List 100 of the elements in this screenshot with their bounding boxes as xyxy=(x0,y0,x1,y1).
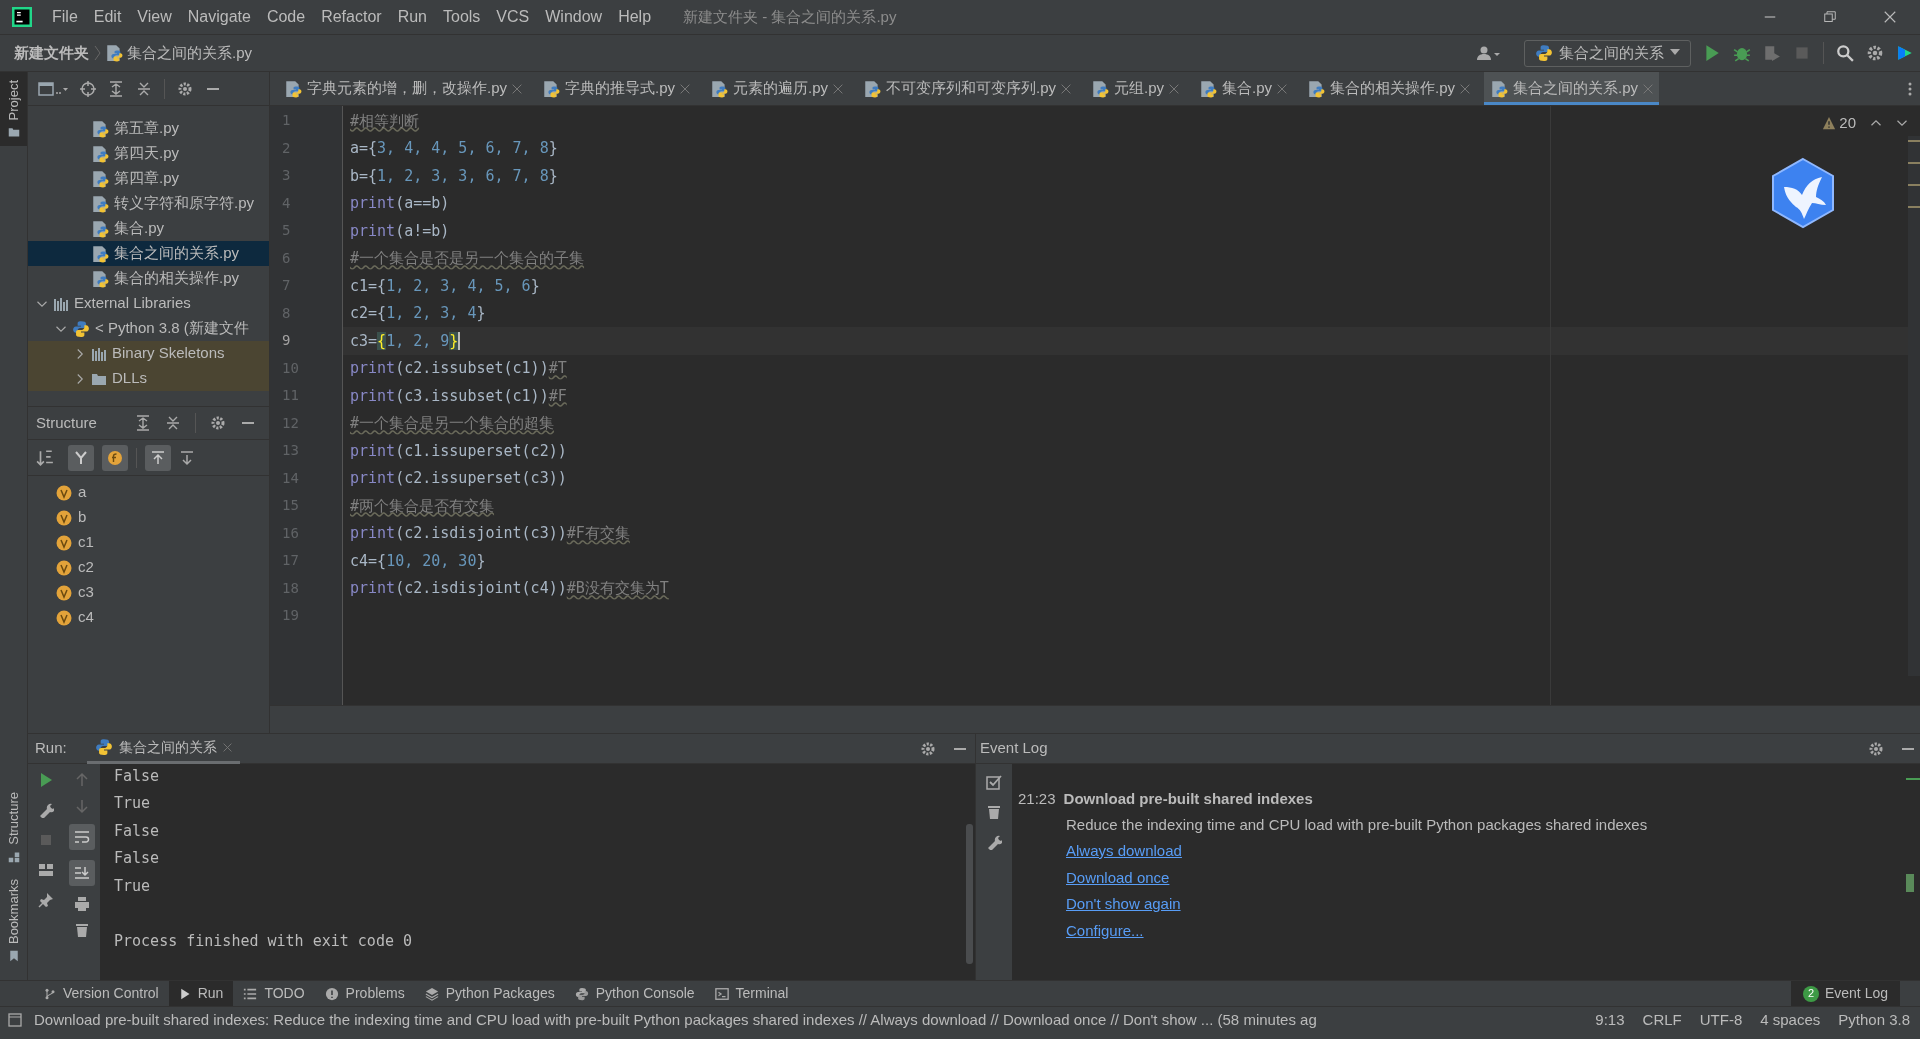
toggle-button[interactable] xyxy=(68,444,94,471)
more-icon[interactable] xyxy=(1908,80,1912,97)
trash-icon[interactable] xyxy=(986,804,1002,820)
warning-marker[interactable] xyxy=(1908,162,1920,164)
settings-icon[interactable] xyxy=(1866,44,1884,62)
structure-item[interactable]: b xyxy=(78,506,87,529)
tool-window-tab[interactable]: Run xyxy=(168,981,234,1006)
rerun-icon[interactable] xyxy=(38,772,54,788)
settings-icon[interactable] xyxy=(177,80,193,97)
editor-tab[interactable]: 字典的推导式.py xyxy=(536,72,697,105)
status-item[interactable]: Python 3.8 xyxy=(1838,1008,1910,1032)
structure-item[interactable]: a xyxy=(78,481,87,504)
tool-window-tab[interactable]: Python Packages xyxy=(414,981,565,1006)
toggle-button[interactable] xyxy=(145,444,171,471)
side-tab[interactable]: Bookmarks xyxy=(0,870,27,970)
breadcrumb-item[interactable]: 新建文件夹 xyxy=(14,41,89,65)
status-item[interactable]: 9:13 xyxy=(1595,1008,1625,1032)
menu-item[interactable]: Tools xyxy=(435,5,489,29)
arrow-down-icon[interactable] xyxy=(179,449,195,466)
structure-item[interactable]: c2 xyxy=(78,556,94,579)
tool-window-tab[interactable]: Problems xyxy=(314,981,415,1006)
breadcrumb-item[interactable]: 集合之间的关系.py xyxy=(127,41,252,65)
tool-window-tab[interactable]: Version Control xyxy=(34,981,169,1006)
tree-item[interactable]: Binary Skeletons xyxy=(28,341,269,366)
tree-item[interactable]: 集合.py xyxy=(28,216,269,241)
wrench-icon[interactable] xyxy=(986,834,1002,850)
menu-item[interactable]: Refactor xyxy=(313,5,390,29)
tool-window-tab[interactable]: Terminal xyxy=(704,981,799,1006)
tree-item[interactable]: 第四天.py xyxy=(28,141,269,166)
run-config-dropdown[interactable]: 集合之间的关系 xyxy=(1524,39,1691,67)
layout-icon[interactable] xyxy=(38,862,54,878)
tree-item[interactable]: 集合之间的关系.py xyxy=(28,241,269,266)
warning-marker[interactable] xyxy=(1908,206,1920,208)
tree-item[interactable]: DLLs xyxy=(28,366,269,391)
tree-item[interactable]: 集合的相关操作.py xyxy=(28,266,269,291)
run-icon[interactable] xyxy=(1703,44,1721,62)
project-view-icon[interactable] xyxy=(38,80,68,97)
status-item[interactable]: CRLF xyxy=(1642,1008,1682,1032)
panel-toggle-icon[interactable] xyxy=(8,1013,22,1027)
menu-item[interactable]: Code xyxy=(258,5,314,29)
pin-icon[interactable] xyxy=(38,892,54,908)
scrollbar-thumb[interactable] xyxy=(1906,874,1914,892)
tree-item[interactable]: < Python 3.8 (新建文件 xyxy=(28,316,269,341)
status-item[interactable]: UTF-8 xyxy=(1699,1008,1743,1032)
tool-window-tab[interactable]: 2 Event Log xyxy=(1790,981,1900,1006)
menu-item[interactable]: Run xyxy=(389,5,435,29)
print-icon[interactable] xyxy=(74,896,90,912)
locate-icon[interactable] xyxy=(80,80,96,97)
editor-tab[interactable]: 集合的相关操作.py xyxy=(1301,72,1477,105)
settings-icon[interactable] xyxy=(1868,740,1884,757)
collapse-all-icon[interactable] xyxy=(164,415,181,431)
tool-window-tab[interactable]: TODO xyxy=(233,981,315,1006)
trash-icon[interactable] xyxy=(74,922,90,938)
editor-tab[interactable]: 元组.py xyxy=(1085,72,1186,105)
event-link[interactable]: Don't show again xyxy=(1066,893,1181,916)
tree-item[interactable]: 第五章.py xyxy=(28,116,269,141)
tree-item[interactable]: External Libraries xyxy=(28,291,269,316)
menu-item[interactable]: Edit xyxy=(85,5,130,29)
settings-icon[interactable] xyxy=(209,415,226,431)
menu-item[interactable]: Window xyxy=(537,5,611,29)
console-line: False xyxy=(114,820,160,842)
search-icon[interactable] xyxy=(1836,44,1854,62)
sort-icon[interactable] xyxy=(36,448,54,467)
scroll-end-button[interactable] xyxy=(69,860,95,886)
menu-item[interactable]: File xyxy=(44,5,86,29)
menu-item[interactable]: Help xyxy=(610,5,660,29)
wrench-icon[interactable] xyxy=(38,802,54,818)
structure-item[interactable]: c1 xyxy=(78,531,94,554)
scrollbar-thumb[interactable] xyxy=(966,824,973,964)
expand-all-icon[interactable] xyxy=(134,415,151,431)
tree-item[interactable]: 转义字符和原字符.py xyxy=(28,191,269,216)
editor-tab[interactable]: 不可变序列和可变序列.py xyxy=(857,72,1078,105)
mark-read-icon[interactable] xyxy=(986,774,1002,790)
soft-wrap-button[interactable] xyxy=(69,824,95,850)
user-menu-icon[interactable] xyxy=(1476,45,1502,61)
event-link[interactable]: Always download xyxy=(1066,840,1182,863)
editor-tab[interactable]: 集合.py xyxy=(1193,72,1294,105)
editor-tab[interactable]: 元素的遍历.py xyxy=(704,72,850,105)
event-link[interactable]: Configure... xyxy=(1066,919,1144,942)
expand-all-icon[interactable] xyxy=(108,80,124,97)
side-tab[interactable]: Structure xyxy=(0,784,27,871)
collapse-all-icon[interactable] xyxy=(136,80,152,97)
warning-counter[interactable]: 20 xyxy=(1822,112,1856,135)
tree-item[interactable]: 第四章.py xyxy=(28,166,269,191)
editor-tab[interactable]: 字典元素的增，删，改操作.py xyxy=(278,72,528,105)
tool-window-tab[interactable]: Python Console xyxy=(564,981,705,1006)
plugin-logo-icon[interactable] xyxy=(1896,44,1914,62)
menu-item[interactable]: View xyxy=(129,5,180,29)
side-tab[interactable]: Project xyxy=(0,72,27,147)
warning-marker[interactable] xyxy=(1908,140,1920,142)
status-item[interactable]: 4 spaces xyxy=(1760,1008,1821,1032)
event-link[interactable]: Download once xyxy=(1066,866,1170,889)
toggle-button[interactable] xyxy=(102,444,128,471)
menu-item[interactable]: Navigate xyxy=(179,5,259,29)
structure-item[interactable]: c3 xyxy=(78,581,94,604)
menu-item[interactable]: VCS xyxy=(488,5,538,29)
structure-item[interactable]: c4 xyxy=(78,606,94,629)
settings-icon[interactable] xyxy=(920,740,936,757)
editor-tab[interactable]: 集合之间的关系.py xyxy=(1484,72,1660,105)
warning-marker[interactable] xyxy=(1908,184,1920,186)
